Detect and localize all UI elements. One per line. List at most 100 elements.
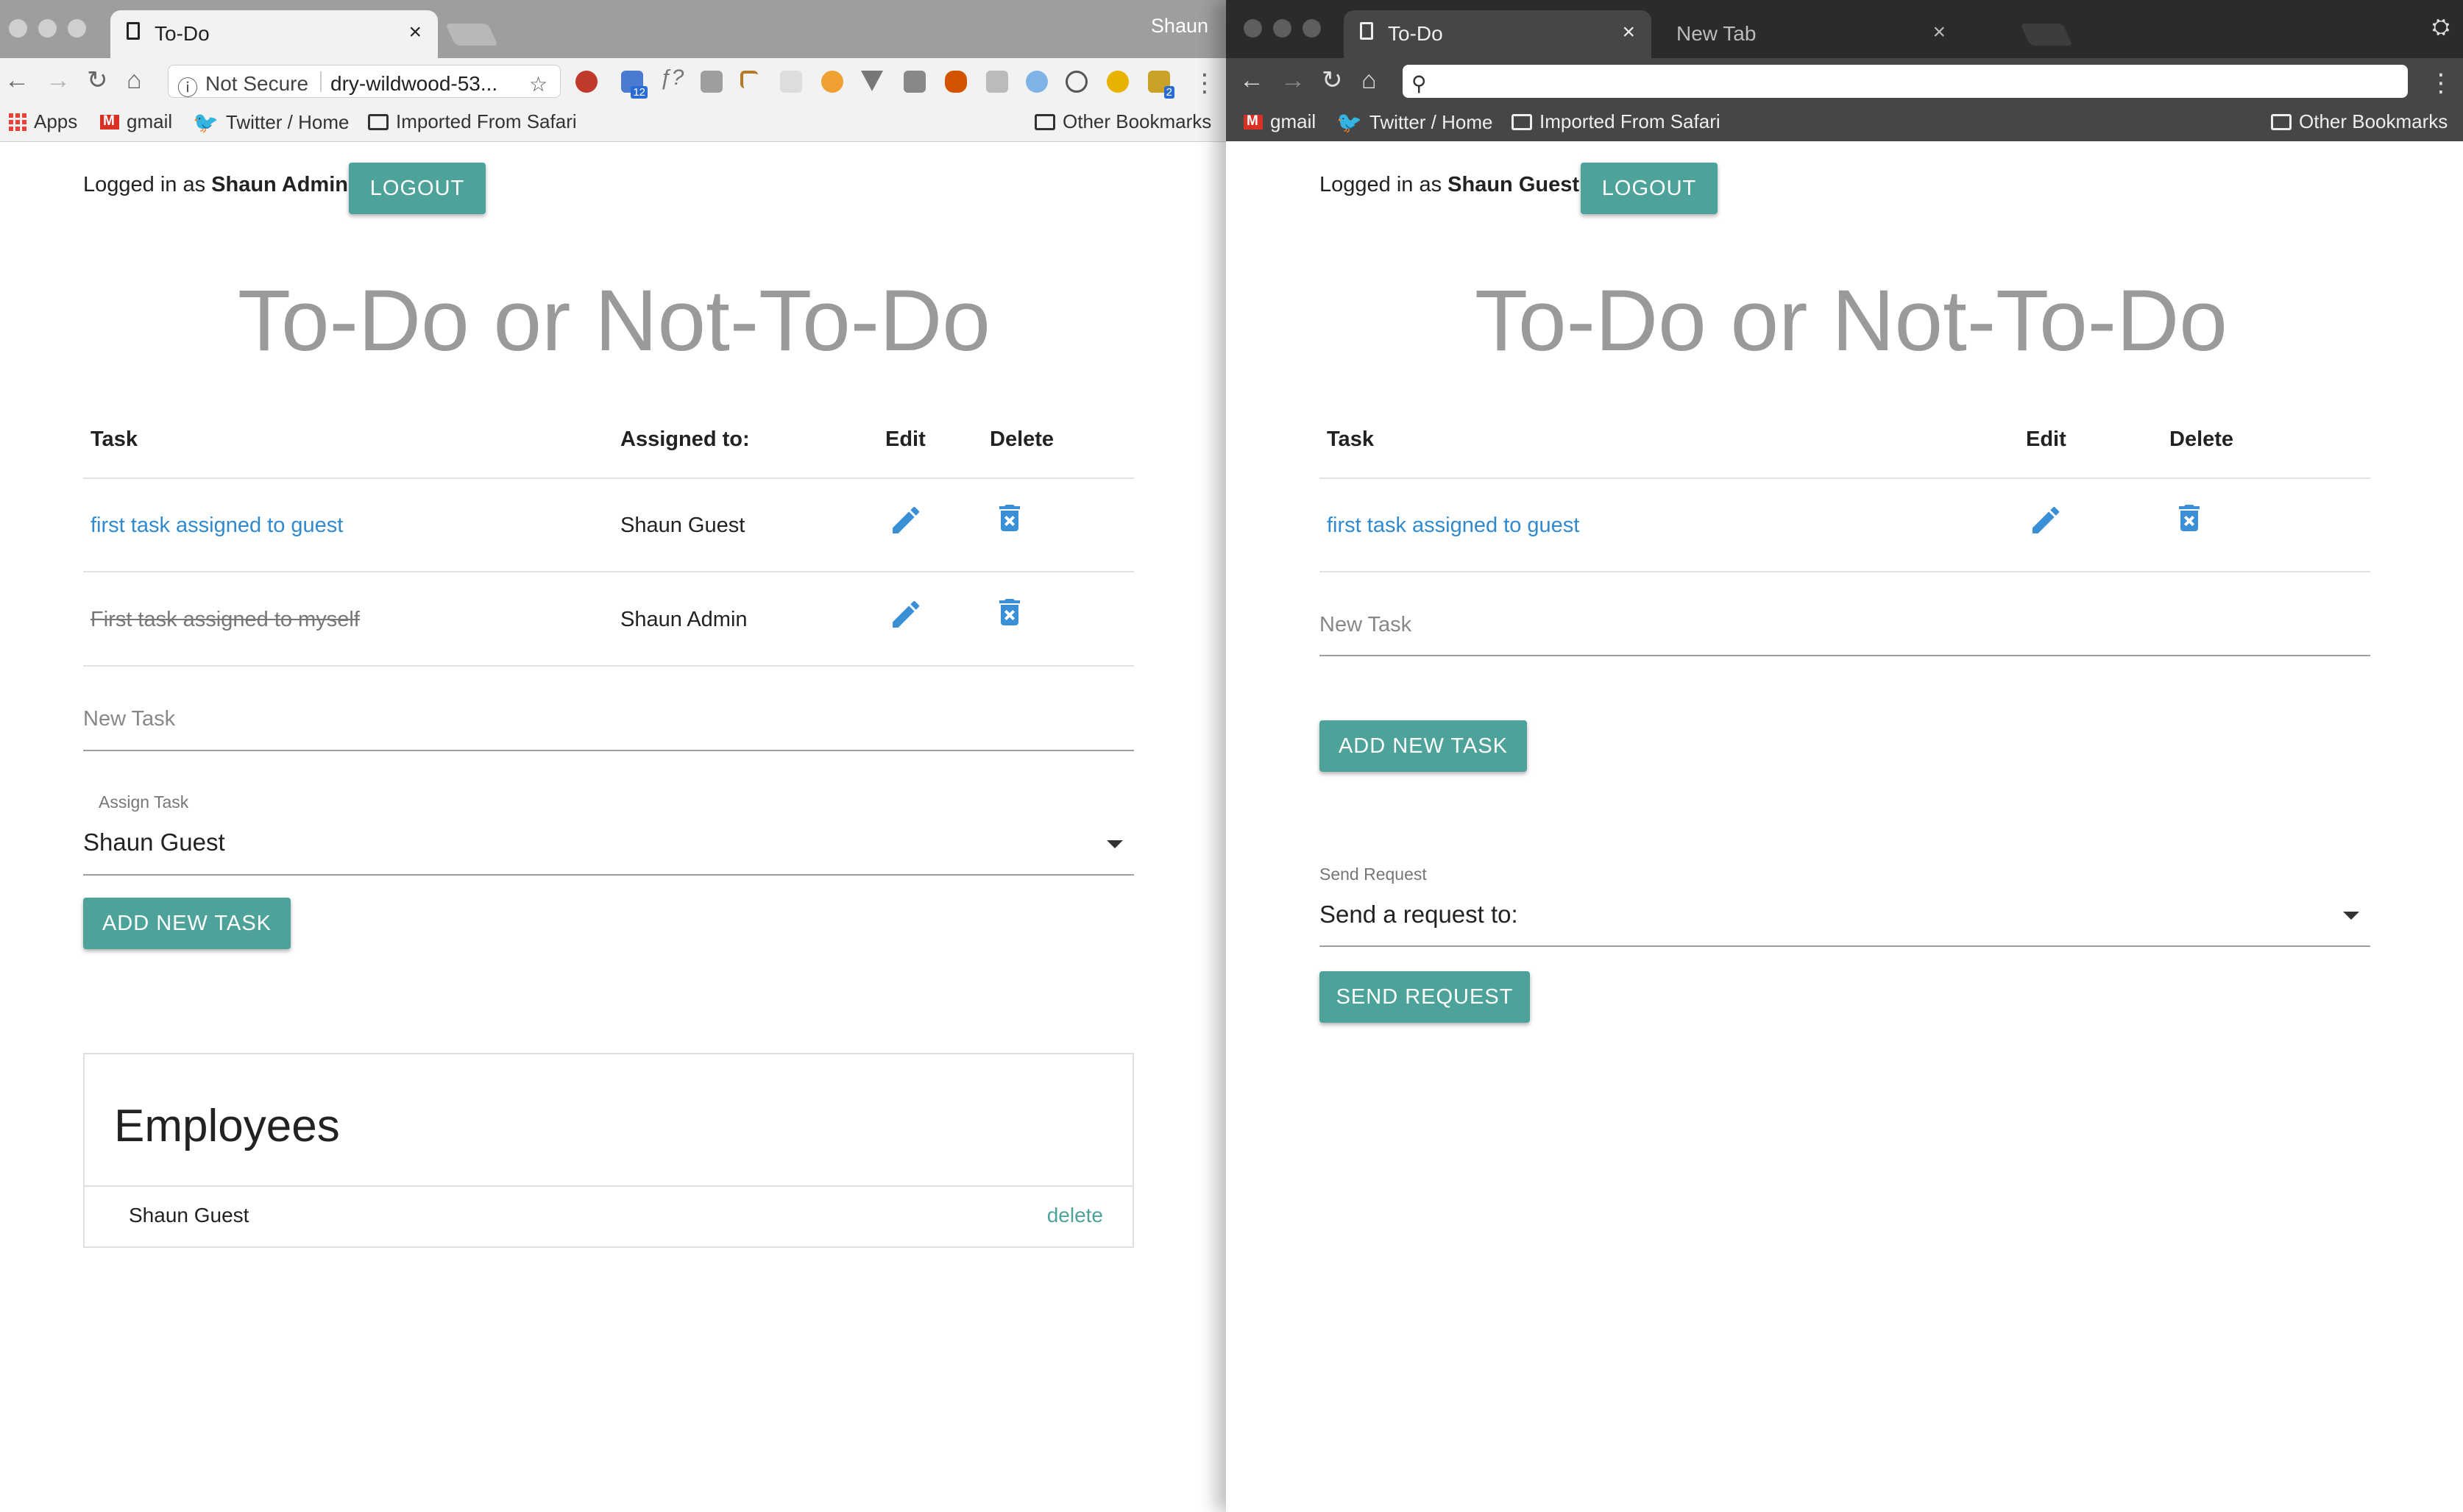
browser-window-admin: To-Do × Shaun ← → ↻ ⌂ ⓘ Not Secure dry-w… — [0, 0, 1226, 1512]
extension-icon-10[interactable] — [945, 71, 967, 93]
admin-page: Logged in as Shaun Admin LOGOUT To-Do or… — [0, 142, 1226, 1512]
close-window-button[interactable] — [9, 19, 27, 38]
menu-icon[interactable]: ⋮ — [2428, 68, 2453, 98]
header-divider — [1319, 478, 2370, 479]
calendar-badge: 12 — [631, 86, 648, 99]
incognito-icon[interactable]: ⛭ — [2432, 15, 2450, 40]
new-task-underline — [83, 750, 1134, 751]
tab-new-tab[interactable]: New Tab × — [1660, 10, 1962, 58]
browser-toolbar: ← → ↻ ⌂ ⓘ Not Secure dry-wildwood-53... … — [0, 58, 1226, 104]
forward-icon[interactable]: → — [46, 65, 71, 95]
bookmark-twitter[interactable]: 🐦 Twitter / Home — [1336, 110, 1492, 135]
react-extension-icon[interactable] — [1066, 71, 1088, 93]
star-icon[interactable]: ☆ — [529, 72, 547, 96]
info-icon[interactable]: ⓘ — [177, 72, 198, 102]
new-task-input[interactable]: New Task — [83, 707, 175, 731]
row-divider — [1319, 571, 2370, 572]
extension-icon-5[interactable] — [740, 71, 758, 88]
extension-icon-12[interactable] — [1026, 71, 1048, 93]
browser-toolbar: ← → ↻ ⌂ ⚲ ⋮ — [1226, 58, 2463, 104]
tab-todo[interactable]: To-Do × — [110, 10, 438, 58]
add-new-task-button[interactable]: ADD NEW TASK — [1319, 720, 1527, 772]
document-icon — [1360, 22, 1373, 40]
menu-icon[interactable]: ⋮ — [1192, 68, 1217, 98]
reload-icon[interactable]: ↻ — [87, 65, 108, 95]
delete-employee-link[interactable]: delete — [1047, 1204, 1103, 1227]
bookmark-imported-from-safari[interactable]: Imported From Safari — [1512, 110, 1720, 133]
bookmark-other-bookmarks[interactable]: Other Bookmarks — [1035, 110, 1211, 133]
extension-icon-11[interactable] — [986, 71, 1008, 93]
address-bar[interactable]: ⚲ — [1403, 65, 2408, 98]
url-text[interactable]: dry-wildwood-53... — [330, 72, 497, 96]
bookmark-imported-from-safari[interactable]: Imported From Safari — [368, 110, 577, 133]
pencil-icon[interactable] — [888, 501, 924, 539]
bookmark-other-bookmarks[interactable]: Other Bookmarks — [2271, 110, 2448, 133]
task-text[interactable]: first task assigned to guest — [91, 514, 343, 538]
bookmark-gmail[interactable]: gmail — [1244, 110, 1316, 133]
back-icon[interactable]: ← — [1239, 65, 1264, 95]
close-icon[interactable]: × — [1932, 20, 1946, 45]
dropdown-caret-icon[interactable] — [2343, 912, 2359, 920]
header-divider — [83, 478, 1134, 479]
close-icon[interactable]: × — [1622, 20, 1635, 45]
logout-button[interactable]: LOGOUT — [1581, 163, 1718, 214]
task-assignee: Shaun Admin — [620, 608, 748, 631]
zoom-window-button[interactable] — [68, 19, 86, 38]
bookmarks-bar: gmail 🐦 Twitter / Home Imported From Saf… — [1226, 104, 2463, 141]
dropdown-caret-icon[interactable] — [1107, 840, 1123, 848]
gmail-icon — [1244, 113, 1263, 129]
task-text-completed[interactable]: First task assigned to myself — [91, 608, 360, 632]
vue-extension-icon[interactable] — [861, 71, 883, 91]
bookmarks-bar: Apps gmail 🐦 Twitter / Home Imported Fro… — [0, 104, 1226, 142]
assign-task-select[interactable]: Shaun Guest — [83, 828, 225, 856]
trash-icon[interactable] — [992, 593, 1027, 631]
profile-name[interactable]: Shaun — [1151, 15, 1208, 38]
employees-title: Employees — [114, 1101, 340, 1151]
zoom-window-button[interactable] — [1303, 19, 1321, 38]
twitter-icon: 🐦 — [193, 111, 219, 134]
bookmark-apps[interactable]: Apps — [9, 110, 77, 133]
new-tab-button[interactable] — [2020, 24, 2073, 46]
extension-icon-6[interactable] — [780, 71, 802, 93]
logout-button[interactable]: LOGOUT — [349, 163, 486, 214]
pencil-icon[interactable] — [888, 595, 924, 633]
minimize-window-button[interactable] — [38, 19, 57, 38]
trash-icon[interactable] — [992, 499, 1027, 537]
extension-icon-9[interactable] — [904, 71, 926, 93]
close-window-button[interactable] — [1244, 19, 1262, 38]
folder-icon — [368, 113, 389, 130]
folder-icon — [1035, 113, 1055, 130]
home-icon[interactable]: ⌂ — [127, 65, 142, 95]
extension-icon-14[interactable] — [1107, 71, 1129, 93]
trash-icon[interactable] — [2172, 499, 2207, 537]
reload-icon[interactable]: ↻ — [1322, 65, 1343, 95]
column-header-edit: Edit — [2026, 427, 2066, 451]
column-header-delete: Delete — [2169, 427, 2234, 451]
shopping-extension-icon[interactable]: 2 — [1148, 71, 1174, 99]
new-task-input[interactable]: New Task — [1319, 613, 1411, 637]
send-request-button[interactable]: SEND REQUEST — [1319, 971, 1530, 1023]
task-text[interactable]: first task assigned to guest — [1327, 514, 1579, 538]
function-extension-icon[interactable]: ƒ? — [659, 65, 684, 90]
folder-icon — [2271, 113, 2292, 130]
pencil-icon[interactable] — [2028, 501, 2063, 539]
forward-icon[interactable]: → — [1280, 65, 1305, 95]
send-request-select[interactable]: Send a request to: — [1319, 901, 1518, 929]
new-tab-button[interactable] — [445, 24, 498, 46]
calendar-extension-icon[interactable]: 12 — [621, 71, 648, 99]
ublock-extension-icon[interactable] — [575, 71, 598, 93]
back-icon[interactable]: ← — [4, 65, 29, 95]
task-assignee: Shaun Guest — [620, 514, 745, 537]
close-icon[interactable]: × — [408, 20, 422, 45]
address-bar[interactable]: ⓘ Not Secure dry-wildwood-53... ☆ — [168, 65, 561, 99]
add-new-task-button[interactable]: ADD NEW TASK — [83, 898, 291, 949]
page-title: To-Do or Not-To-Do — [238, 272, 990, 369]
minimize-window-button[interactable] — [1273, 19, 1291, 38]
home-icon[interactable]: ⌂ — [1361, 65, 1377, 95]
bookmark-twitter[interactable]: 🐦 Twitter / Home — [193, 110, 349, 135]
bookmark-gmail[interactable]: gmail — [100, 110, 172, 133]
column-header-task: Task — [91, 427, 138, 451]
tab-todo[interactable]: To-Do × — [1344, 10, 1651, 58]
extension-icon-7[interactable] — [821, 71, 843, 93]
extension-icon-4[interactable] — [701, 71, 723, 93]
